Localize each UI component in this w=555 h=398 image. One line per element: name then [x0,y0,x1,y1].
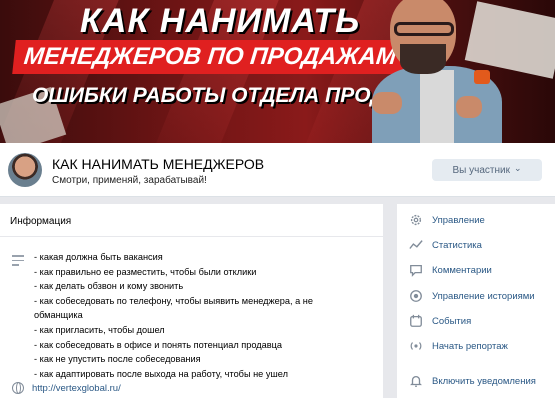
cover-title-line3: ОШИБКИ РАБОТЫ ОТДЕЛА ПРОДАЖ [32,84,421,107]
description-line: - как адаптировать после выхода на работ… [34,368,288,379]
sidebar-item-stats[interactable]: Статистика [409,238,482,252]
divider [0,236,383,237]
sidebar-item-label: Управление [432,214,485,226]
bell-icon [409,374,423,388]
sidebar-item-label: Статистика [432,239,482,251]
sidebar-item-label: Начать репортаж [432,340,508,352]
description-text: - какая должна быть вакансия - как прави… [34,250,374,381]
comment-icon [409,263,423,277]
gear-icon [409,213,423,227]
sidebar-item-manage[interactable]: Управление [409,213,485,227]
chart-icon [409,238,423,252]
website-row: http://vertexglobal.ru/ [12,382,121,394]
notifications-card: Включить уведомления [397,368,555,398]
cover-title-line1: КАК НАНИМАТЬ [80,2,361,40]
description-line: - как собеседовать в офисе и понять поте… [34,339,282,350]
info-card: Информация - какая должна быть вакансия … [0,204,383,398]
sidebar-item-events[interactable]: События [409,314,471,328]
broadcast-icon [409,339,423,353]
cover-banner: КАК НАНИМАТЬ МЕНЕДЖЕРОВ ПО ПРОДАЖАМ ОШИБ… [0,0,555,143]
sidebar-menu: Управление Статистика Комментарии Управл… [397,204,555,369]
chevron-down-icon: ⌄ [513,162,522,173]
description-line: обманщика [34,310,83,321]
description-line: - какая должна быть вакансия [34,252,163,262]
cover-title-line2: МЕНЕДЖЕРОВ ПО ПРОДАЖАМ [22,43,398,70]
avatar[interactable] [8,153,42,187]
description-icon [12,255,24,269]
sidebar-item-stories[interactable]: Управление историями [409,289,535,303]
website-link[interactable]: http://vertexglobal.ru/ [32,383,121,394]
sidebar-item-label: Комментарии [432,264,492,276]
paper-decoration [464,1,555,79]
info-title: Информация [10,216,72,227]
group-status: Смотри, применяй, зарабатывай! [52,175,207,186]
sidebar-item-broadcast[interactable]: Начать репортаж [409,339,508,353]
description-line: - как собеседовать по телефону, чтобы вы… [34,295,313,306]
group-name: КАК НАНИМАТЬ МЕНЕДЖЕРОВ [52,156,265,172]
member-button-label: Вы участник [452,164,510,176]
sidebar-item-notifications[interactable]: Включить уведомления [409,374,536,388]
description-line: - как пригласить, чтобы дошел [34,324,165,335]
description-line: - как делать обзвон и кому звонить [34,281,184,292]
description-line: - как правильно ее разместить, чтобы был… [34,266,257,277]
member-button[interactable]: Вы участник ⌄ [432,159,542,181]
sidebar-item-label: События [432,315,472,327]
globe-icon [12,382,24,394]
sidebar-item-label: Управление историями [432,290,535,302]
sidebar-item-label: Включить уведомления [432,375,536,387]
cover-title-highlight: МЕНЕДЖЕРОВ ПО ПРОДАЖАМ [12,40,408,74]
description-line: - как не упустить после собеседования [34,354,201,365]
sidebar-item-comments[interactable]: Комментарии [409,263,492,277]
stories-icon [409,289,423,303]
event-icon [409,314,423,328]
